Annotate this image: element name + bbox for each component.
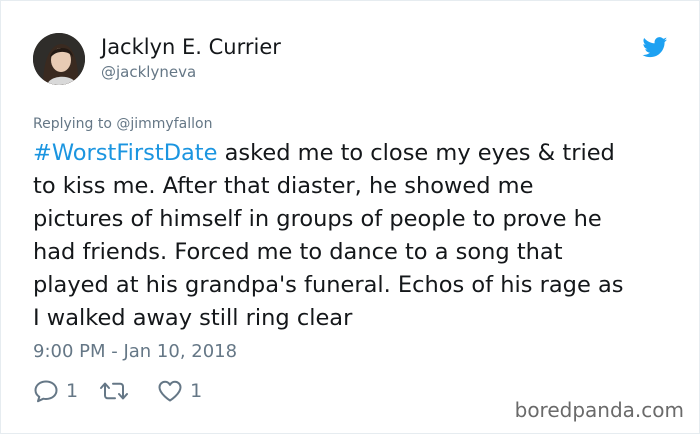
tweet-actions: 1 1 — [33, 377, 223, 405]
retweet-icon — [100, 382, 129, 400]
retweet-button[interactable] — [99, 379, 136, 403]
reply-button[interactable]: 1 — [33, 379, 78, 403]
site-watermark: boredpanda.com — [514, 398, 684, 422]
reply-icon — [34, 380, 58, 403]
like-button[interactable]: 1 — [157, 379, 202, 403]
tweet-line-1-text: asked me to close my eyes & tried — [217, 140, 615, 166]
tweet-line-4: had friends. Forced me to dance to a son… — [33, 239, 563, 265]
heart-icon — [158, 380, 182, 402]
tweet-timestamp[interactable]: 9:00 PM - Jan 10, 2018 — [33, 341, 237, 363]
tweet-text: #WorstFirstDate asked me to close my eye… — [33, 137, 678, 335]
author-handle[interactable]: @jacklyneva — [101, 62, 196, 82]
reply-count: 1 — [66, 380, 79, 402]
tweet-line-2: to kiss me. After that diaster, he showe… — [33, 173, 534, 199]
tweet-line-3: pictures of himself in groups of people … — [33, 206, 602, 232]
avatar-photo-icon — [33, 33, 85, 85]
tweet-line-5: played at his grandpa's funeral. Echos o… — [33, 272, 624, 298]
tweet-line-1: #WorstFirstDate asked me to close my eye… — [33, 137, 678, 170]
tweet-line-6: I walked away still ring clear — [33, 305, 353, 331]
replying-to-label[interactable]: Replying to @jimmyfallon — [33, 115, 212, 133]
author-avatar[interactable] — [33, 33, 85, 85]
twitter-bird-icon[interactable] — [642, 37, 668, 58]
like-count: 1 — [190, 380, 203, 402]
hashtag-link[interactable]: #WorstFirstDate — [33, 140, 217, 166]
author-display-name[interactable]: Jacklyn E. Currier — [101, 34, 281, 60]
